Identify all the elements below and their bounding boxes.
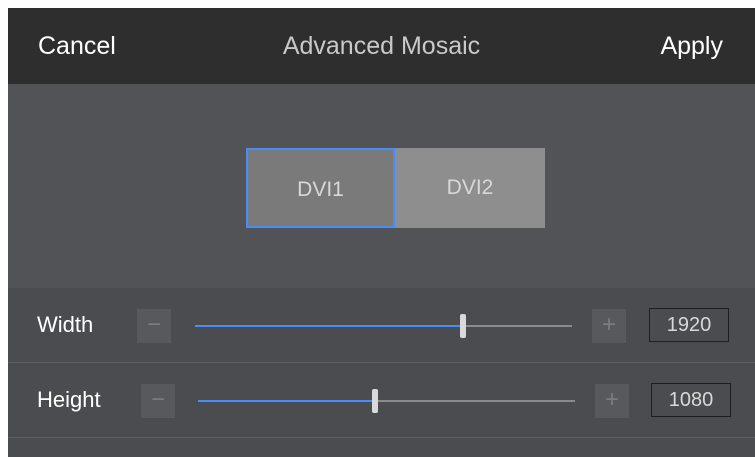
width-row: Width − + 1920	[8, 288, 755, 362]
cancel-button[interactable]: Cancel	[38, 8, 116, 84]
dialog-footer	[8, 438, 755, 457]
height-value-field[interactable]: 1080	[651, 383, 731, 417]
minus-icon: −	[146, 311, 161, 338]
width-increment-button[interactable]: +	[592, 309, 626, 343]
height-row: Height − + 1080	[8, 363, 755, 437]
height-slider-fill	[198, 400, 376, 402]
advanced-mosaic-dialog: Advanced Mosaic Cancel Apply DVI1 DVI2 W…	[8, 8, 755, 457]
tile-dvi1[interactable]: DVI1	[246, 148, 395, 228]
width-label: Width	[37, 312, 94, 337]
apply-button[interactable]: Apply	[660, 8, 723, 84]
height-slider-handle[interactable]	[372, 389, 379, 413]
plus-icon: +	[601, 311, 616, 338]
dialog-title: Advanced Mosaic	[282, 32, 481, 60]
height-decrement-button[interactable]: −	[141, 384, 175, 418]
dialog-header: Advanced Mosaic Cancel Apply	[8, 8, 755, 84]
height-increment-button[interactable]: +	[595, 384, 629, 418]
height-label: Height	[37, 387, 101, 412]
width-slider[interactable]	[195, 314, 572, 338]
plus-icon: +	[604, 386, 619, 413]
width-decrement-button[interactable]: −	[137, 309, 171, 343]
tile-dvi2[interactable]: DVI2	[395, 148, 545, 228]
minus-icon: −	[150, 386, 165, 413]
width-slider-fill	[195, 325, 463, 327]
width-value-field[interactable]: 1920	[649, 308, 729, 342]
mosaic-preview: DVI1 DVI2	[8, 84, 755, 288]
width-slider-handle[interactable]	[459, 314, 466, 338]
height-slider[interactable]	[198, 389, 575, 413]
